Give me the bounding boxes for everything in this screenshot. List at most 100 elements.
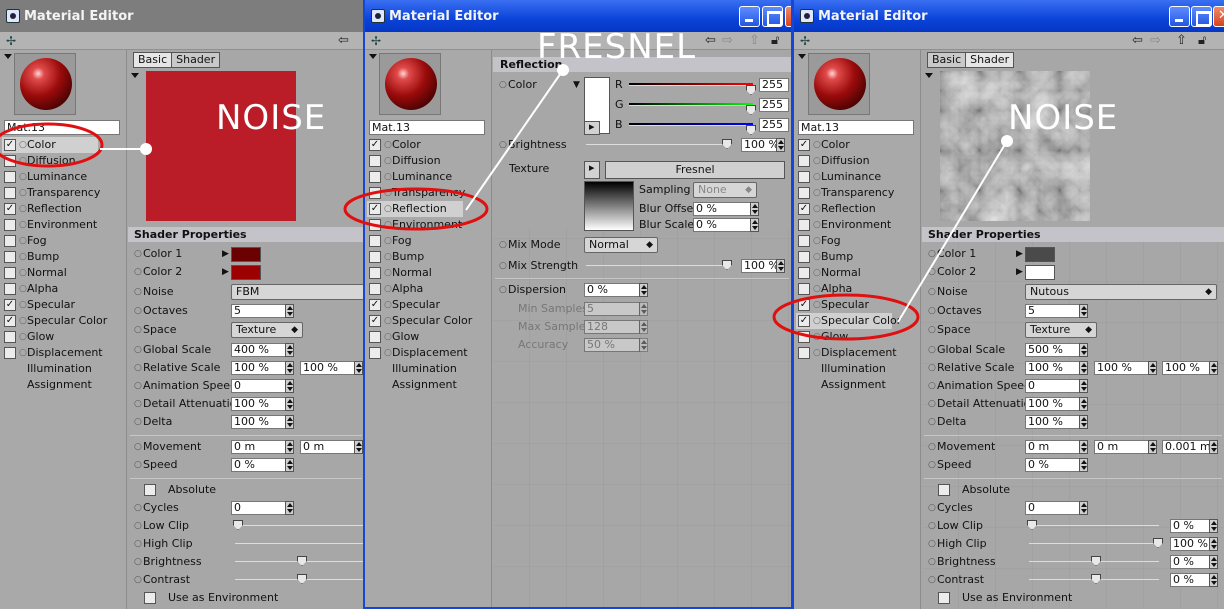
material-preview[interactable] [379, 53, 441, 115]
checkbox[interactable] [369, 139, 381, 151]
channel-alpha[interactable]: ○ Alpha [367, 281, 489, 297]
slider-knob[interactable] [746, 105, 756, 115]
channel-bump[interactable]: ○ Bump [796, 249, 918, 265]
minimize-button[interactable] [739, 6, 760, 27]
checkbox[interactable] [798, 219, 810, 231]
contrast-field[interactable]: 0 % [1170, 573, 1210, 587]
checkbox[interactable] [369, 203, 381, 215]
contrast-spinner[interactable] [1209, 573, 1218, 587]
expand-arrow-icon[interactable]: ▶ [1016, 264, 1023, 280]
blur-scale-spinner[interactable] [750, 218, 759, 232]
checkbox[interactable] [4, 171, 16, 183]
channel-specular-color[interactable]: ○Specular Color [367, 313, 489, 329]
minimize-button[interactable] [1169, 6, 1190, 27]
slider-knob[interactable] [297, 556, 307, 566]
maximize-button[interactable] [762, 6, 783, 27]
contrast-slider[interactable] [235, 574, 364, 584]
tab-shader[interactable]: Shader [965, 52, 1015, 68]
checkbox[interactable] [369, 267, 381, 279]
channel-fog[interactable]: ○ Fog [367, 233, 489, 249]
forward-arrow-icon[interactable]: ⇨ [1150, 33, 1161, 48]
pin-icon[interactable]: ✢ [6, 34, 16, 48]
cycles-spinner[interactable] [285, 501, 294, 515]
expand-arrow-icon[interactable]: ▶ [1016, 246, 1023, 262]
checkbox[interactable] [4, 203, 16, 215]
channel-specular-color[interactable]: ○Specular Color [796, 313, 901, 329]
color1-swatch[interactable] [1025, 247, 1055, 262]
accuracy-field[interactable]: 50 % [584, 338, 640, 352]
brightness-spinner[interactable] [1209, 555, 1218, 569]
use-environment-checkbox[interactable] [938, 592, 950, 604]
color-menu-icon[interactable]: ▼ [573, 77, 580, 93]
expand-arrow-icon[interactable]: ▶ [222, 264, 229, 280]
checkbox[interactable] [798, 139, 810, 151]
checkbox[interactable] [369, 299, 381, 311]
contrast-slider[interactable] [1029, 574, 1159, 584]
checkbox[interactable] [798, 251, 810, 263]
octaves-field[interactable]: 5 [1025, 304, 1080, 318]
mix-strength-slider[interactable] [586, 260, 732, 270]
channel-environment[interactable]: ○ Environment [2, 217, 124, 233]
preview-menu-icon[interactable] [369, 54, 377, 59]
channel-fog[interactable]: ○ Fog [796, 233, 918, 249]
speed-field[interactable]: 0 % [231, 458, 286, 472]
sampling-dropdown[interactable]: None ◆ [693, 182, 757, 198]
animation-speed-field[interactable]: 0 [231, 379, 286, 393]
pin-icon[interactable]: ✢ [371, 34, 381, 48]
animation-speed-spinner[interactable] [285, 379, 294, 393]
relative-scale-z-spinner[interactable] [1209, 361, 1218, 375]
slider-knob[interactable] [1153, 538, 1163, 548]
global-scale-field[interactable]: 400 % [231, 343, 286, 357]
blur-offset-field[interactable]: 0 % [693, 202, 751, 216]
checkbox[interactable] [369, 219, 381, 231]
mix-mode-dropdown[interactable]: Normal ◆ [584, 237, 658, 253]
channel-displacement[interactable]: ○ Displacement [796, 345, 918, 361]
checkbox[interactable] [4, 315, 16, 327]
delta-spinner[interactable] [285, 415, 294, 429]
dispersion-spinner[interactable] [639, 283, 648, 297]
detail-attenuation-field[interactable]: 100 % [1025, 397, 1080, 411]
mix-strength-spinner[interactable] [776, 259, 785, 273]
channel-bump[interactable]: ○ Bump [367, 249, 489, 265]
channel-reflection[interactable]: ○Reflection [2, 201, 124, 217]
brightness-slider[interactable] [1029, 556, 1159, 566]
high-clip-field[interactable]: 100 % [1170, 537, 1210, 551]
slider-knob[interactable] [1027, 520, 1037, 530]
noise-dropdown[interactable]: Nutous ◆ [1025, 284, 1217, 300]
g-slider[interactable] [629, 103, 756, 115]
checkbox[interactable] [4, 331, 16, 343]
brightness-field[interactable]: 100 % [741, 138, 779, 152]
channel-reflection[interactable]: ○Reflection [796, 201, 918, 217]
channel-luminance[interactable]: ○ Luminance [367, 169, 489, 185]
color2-swatch[interactable] [231, 265, 261, 280]
high-clip-spinner[interactable] [1209, 537, 1218, 551]
max-samples-field[interactable]: 128 [584, 320, 640, 334]
checkbox[interactable] [369, 187, 381, 199]
pin-icon[interactable]: ✢ [800, 34, 810, 48]
b-field[interactable]: 255 [759, 118, 789, 132]
movement-z-spinner[interactable] [1209, 440, 1218, 454]
cycles-field[interactable]: 0 [231, 501, 286, 515]
low-clip-slider[interactable] [233, 520, 364, 530]
channel-environment[interactable]: ○ Environment [796, 217, 918, 233]
slider-knob[interactable] [297, 574, 307, 584]
accuracy-spinner[interactable] [639, 338, 648, 352]
channel-glow[interactable]: ○ Glow [796, 329, 918, 345]
low-clip-field[interactable]: 0 % [1170, 519, 1210, 533]
low-clip-slider[interactable] [1027, 520, 1159, 530]
material-name-field[interactable]: Mat.13 [4, 120, 120, 135]
texture-preview[interactable] [584, 181, 634, 231]
material-name-field[interactable]: Mat.13 [798, 120, 914, 135]
item-illumination[interactable]: Illumination [2, 361, 124, 377]
channel-diffusion[interactable]: ○ Diffusion [796, 153, 918, 169]
maximize-button[interactable] [1191, 6, 1212, 27]
high-clip-slider[interactable] [235, 543, 364, 544]
r-slider[interactable] [629, 83, 756, 95]
channel-luminance[interactable]: ○ Luminance [796, 169, 918, 185]
checkbox[interactable] [369, 347, 381, 359]
global-scale-spinner[interactable] [1079, 343, 1088, 357]
material-name-field[interactable]: Mat.13 [369, 120, 485, 135]
checkbox[interactable] [798, 347, 810, 359]
g-field[interactable]: 255 [759, 98, 789, 112]
checkbox[interactable] [369, 315, 381, 327]
